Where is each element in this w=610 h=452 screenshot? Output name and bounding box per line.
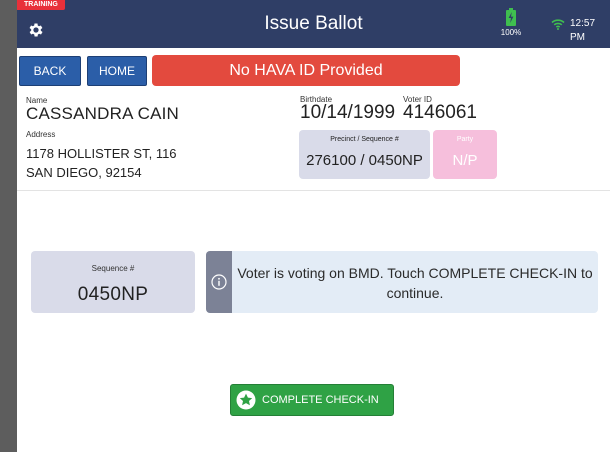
birthdate-value: 10/14/1999 [300,102,396,123]
info-text: Voter is voting on BMD. Touch COMPLETE C… [237,265,593,301]
voter-details: Name CASSANDRA CAIN Address 1178 HOLLIST… [17,90,610,191]
party-value: N/P [452,152,478,169]
info-message: Voter is voting on BMD. Touch COMPLETE C… [206,251,598,313]
voter-name: CASSANDRA CAIN [26,104,180,123]
precinct-value: 276100 / 0450NP [306,152,423,169]
address-label: Address [26,130,56,139]
no-hava-id-alert: No HAVA ID Provided [152,55,460,86]
battery-charging-icon [506,8,516,26]
battery-percent: 100% [500,28,522,37]
action-bar: BACK HOME No HAVA ID Provided [17,48,610,90]
party-label: Party [456,136,474,143]
info-icon [211,274,227,290]
clock: 12:57 PM [570,18,596,43]
address-line-1: 1178 HOLLISTER ST, 116 [26,146,177,161]
precinct-label: Precinct / Sequence # [330,136,399,143]
party-box: Party N/P [433,130,497,179]
complete-check-in-label: COMPLETE CHECK-IN [262,394,379,406]
address-line-2: SAN DIEGO, 92154 [26,165,142,180]
complete-check-in-button[interactable]: COMPLETE CHECK-IN [230,384,394,416]
top-status-bar: TRAINING Issue Ballot 100% 12:57 PM [17,0,610,48]
sequence-value: 0450NP [77,284,149,305]
app-screen: TRAINING Issue Ballot 100% 12:57 PM BACK… [17,0,610,452]
star-icon [236,390,256,410]
sequence-box: Sequence # 0450NP [31,251,195,313]
battery-indicator: 100% [499,8,523,37]
wifi-icon [551,17,565,35]
home-button[interactable]: HOME [87,56,147,86]
sequence-label: Sequence # [91,264,135,273]
voter-id-value: 4146061 [403,102,477,123]
back-button[interactable]: BACK [19,56,81,86]
precinct-sequence-box: Precinct / Sequence # 276100 / 0450NP [299,130,430,179]
